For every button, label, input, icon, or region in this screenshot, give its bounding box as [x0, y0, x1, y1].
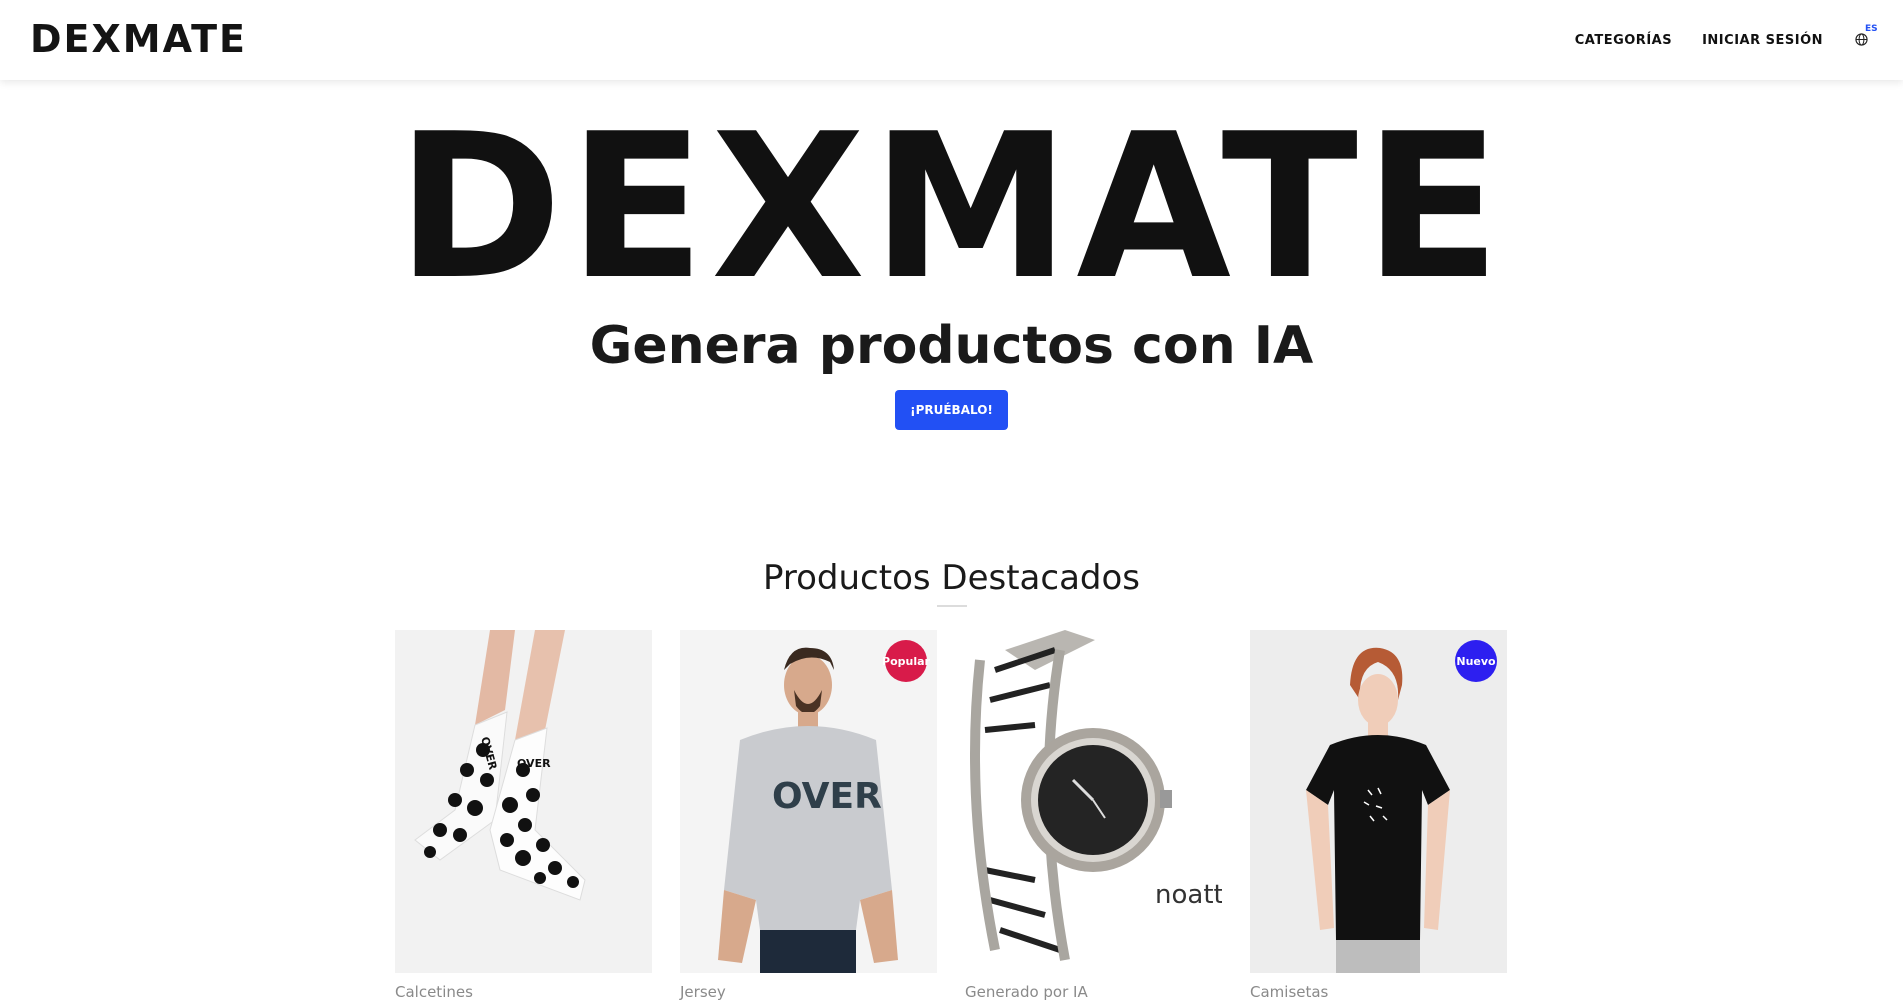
product-grid: OVER OVER Calcetines OVER Popular Jersey [395, 630, 1507, 1001]
section-divider [937, 605, 967, 607]
try-it-button[interactable]: ¡PRUÉBALO! [895, 390, 1008, 430]
nav-login-link[interactable]: INICIAR SESIÓN [1702, 33, 1823, 48]
main-nav: CATEGORÍAS INICIAR SESIÓN ES [1575, 0, 1878, 80]
new-badge: Nuevo [1455, 640, 1497, 682]
watermark-text: noatt [1155, 880, 1222, 910]
product-category: Generado por IA [965, 983, 1088, 1001]
site-logo[interactable]: DEXMATE [30, 17, 247, 61]
svg-text:OVER: OVER [772, 776, 882, 817]
svg-text:OVER: OVER [517, 757, 551, 770]
globe-icon [1855, 33, 1868, 46]
hero-subtitle: Genera productos con IA [589, 316, 1314, 376]
nav-categories-link[interactable]: CATEGORÍAS [1575, 33, 1672, 48]
product-category: Jersey [680, 983, 726, 1001]
hero-title: DEXMATE [396, 91, 1507, 324]
featured-section-title: Productos Destacados [762, 558, 1141, 598]
product-card[interactable]: noatt Generado por IA [965, 630, 1222, 1001]
product-category: Calcetines [395, 983, 473, 1001]
watch-image[interactable]: noatt [965, 630, 1222, 973]
sweater-image[interactable]: OVER Popular [680, 630, 937, 973]
product-category: Camisetas [1250, 983, 1329, 1001]
product-card[interactable]: OVER Popular Jersey [680, 630, 937, 1001]
site-header: DEXMATE CATEGORÍAS INICIAR SESIÓN ES [0, 0, 1903, 80]
tshirt-image[interactable]: Nuevo [1250, 630, 1507, 973]
socks-image[interactable]: OVER OVER [395, 630, 652, 973]
product-card[interactable]: Nuevo Camisetas [1250, 630, 1507, 1001]
language-code: ES [1865, 24, 1878, 34]
popular-badge: Popular [882, 640, 930, 682]
language-selector[interactable]: ES [1853, 24, 1878, 50]
product-card[interactable]: OVER OVER Calcetines [395, 630, 652, 1001]
